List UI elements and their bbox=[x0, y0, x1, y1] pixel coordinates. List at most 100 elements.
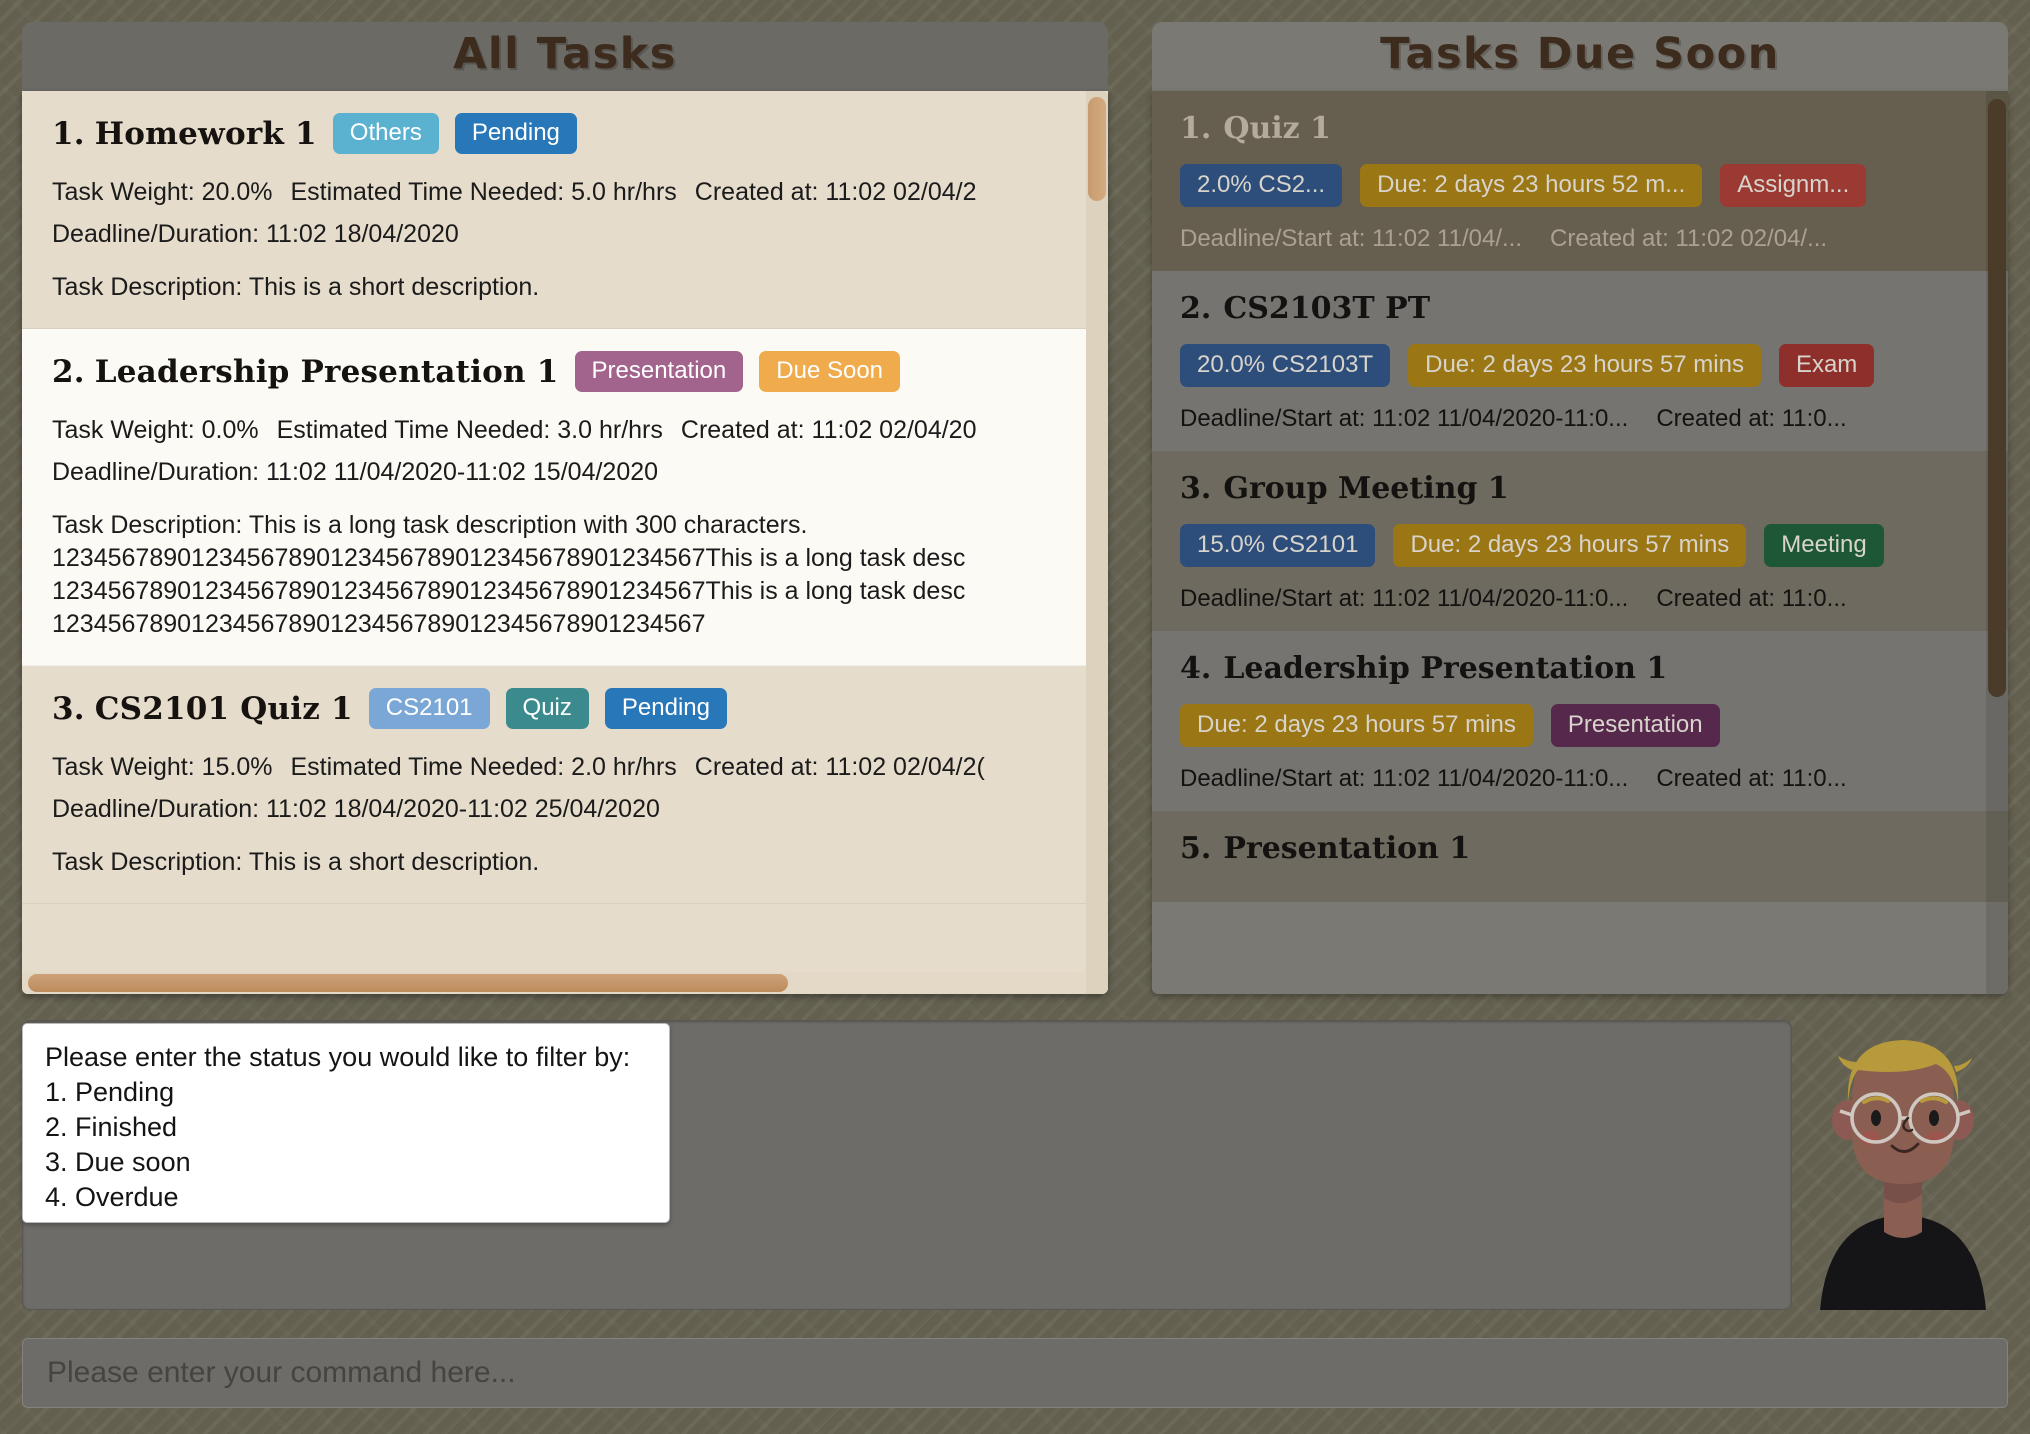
tasks-due-soon-title: Tasks Due Soon bbox=[1380, 29, 1780, 79]
task-card[interactable]: 3. CS2101 Quiz 1 CS2101 Quiz Pending Task Wei… bbox=[22, 666, 1108, 905]
due-soon-chip: Due: 2 days 23 hours 57 mins bbox=[1408, 344, 1761, 388]
task-chip: Pending bbox=[604, 688, 727, 730]
task-created-at: Created at: 11:02 02/04/2 bbox=[694, 178, 977, 207]
avatar-illustration bbox=[1820, 1040, 1986, 1310]
due-soon-task-index: 5. bbox=[1180, 831, 1212, 867]
due-soon-chip-row: 2.0% CS2... Due: 2 days 23 hours 52 m... A… bbox=[1180, 164, 1980, 208]
task-deadline: Deadline/Duration: 11:02 18/04/2020-11:0… bbox=[52, 795, 660, 824]
task-meta-line: Task Weight: 0.0% Estimated Time Needed: … bbox=[52, 416, 1078, 445]
tasks-due-soon-vertical-scrollbar[interactable] bbox=[1986, 91, 2008, 994]
task-meta-line: Task Weight: 15.0% Estimated Time Needed:… bbox=[52, 753, 1078, 782]
due-soon-task-index: 1. bbox=[1180, 111, 1212, 147]
task-index: 1. bbox=[52, 115, 85, 152]
filter-dialog-prompt: Please enter the status you would like t… bbox=[45, 1042, 631, 1072]
command-input-placeholder: Please enter your command here... bbox=[47, 1356, 516, 1389]
due-soon-chip: Due: 2 days 23 hours 57 mins bbox=[1393, 524, 1747, 568]
task-title: 2. Leadership Presentation 1 bbox=[52, 353, 559, 390]
all-tasks-horizontal-scrollbar[interactable] bbox=[22, 972, 1086, 994]
task-chip: CS2101 bbox=[368, 688, 490, 730]
all-tasks-panel: All Tasks 1. Homework 1 Others Pending Task … bbox=[0, 0, 1130, 1008]
tasks-due-soon-cards-container: 1. Quiz 1 2.0% CS2... Due: 2 days 23 hours … bbox=[1152, 91, 2008, 903]
due-soon-chip: Assignm... bbox=[1720, 164, 1867, 208]
tasks-due-soon-vertical-scrollbar-thumb[interactable] bbox=[1988, 99, 2006, 698]
all-tasks-vertical-scrollbar-thumb[interactable] bbox=[1088, 97, 1106, 202]
due-soon-task-title: 3. Group Meeting 1 bbox=[1180, 471, 1509, 507]
due-soon-task-title: 4. Leadership Presentation 1 bbox=[1180, 651, 1668, 687]
tasks-due-soon-panel: Tasks Due Soon 1. Quiz 1 2.0% CS2... Due: 2… bbox=[1130, 0, 2030, 1008]
task-card[interactable]: 1. Homework 1 Others Pending Task Weight: 20… bbox=[22, 91, 1108, 330]
task-title: 3. CS2101 Quiz 1 bbox=[52, 690, 353, 727]
filter-status-dialog: Please enter the status you would like t… bbox=[22, 1023, 670, 1223]
due-soon-deadline: Deadline/Start at: 11:02 11/04/2020-11:0… bbox=[1180, 585, 1629, 613]
due-soon-chip: Due: 2 days 23 hours 52 m... bbox=[1360, 164, 1703, 208]
avatar-eye-right bbox=[1929, 1110, 1939, 1126]
task-chip: Presentation bbox=[574, 351, 744, 393]
due-soon-task-title: 5. Presentation 1 bbox=[1180, 831, 1471, 867]
due-soon-chip: Due: 2 days 23 hours 57 mins bbox=[1180, 704, 1533, 748]
task-chip: Quiz bbox=[505, 688, 589, 730]
task-description: Task Description: This is a short descri… bbox=[52, 273, 540, 302]
task-estimated-time: Estimated Time Needed: 3.0 hr/hrs bbox=[276, 416, 663, 445]
task-meta-line: Task Weight: 20.0% Estimated Time Needed:… bbox=[52, 178, 1078, 207]
all-tasks-cards-container: 1. Homework 1 Others Pending Task Weight: 20… bbox=[22, 91, 1108, 905]
due-soon-created-at: Created at: 11:02 02/04/... bbox=[1550, 225, 1828, 253]
filter-dialog-option-2: 2. Finished bbox=[45, 1112, 178, 1143]
avatar-hair-tuft-right bbox=[1954, 1058, 1972, 1072]
task-description: Task Description: This is a long task de… bbox=[52, 511, 966, 639]
due-soon-created-at: Created at: 11:0... bbox=[1656, 765, 1847, 793]
due-soon-card[interactable]: 1. Quiz 1 2.0% CS2... Due: 2 days 23 hours … bbox=[1152, 91, 2008, 272]
due-soon-task-index: 3. bbox=[1180, 471, 1212, 507]
task-index: 2. bbox=[52, 353, 85, 390]
all-tasks-horizontal-scrollbar-thumb[interactable] bbox=[28, 974, 788, 992]
task-chip: Due Soon bbox=[759, 351, 901, 393]
due-soon-chip: Exam bbox=[1778, 344, 1875, 388]
due-soon-meta-line: Deadline/Start at: 11:02 11/04/2020-11:0… bbox=[1180, 405, 1980, 433]
user-avatar bbox=[1808, 1010, 1998, 1310]
all-tasks-vertical-scrollbar[interactable] bbox=[1086, 91, 1108, 994]
task-estimated-time: Estimated Time Needed: 5.0 hr/hrs bbox=[290, 178, 677, 207]
due-soon-chip-row: Due: 2 days 23 hours 57 mins Presentation bbox=[1180, 704, 1980, 748]
top-panels-row: All Tasks 1. Homework 1 Others Pending Task … bbox=[0, 0, 2030, 1008]
due-soon-deadline: Deadline/Start at: 11:02 11/04/2020-11:0… bbox=[1180, 765, 1629, 793]
tasks-due-soon-header: Tasks Due Soon bbox=[1152, 22, 2008, 92]
task-card[interactable]: 2. Leadership Presentation 1 Presentation D… bbox=[22, 329, 1108, 667]
filter-dialog-option-3: 3. Due soon bbox=[45, 1147, 191, 1178]
avatar-eye-left bbox=[1871, 1110, 1881, 1126]
due-soon-chip: 15.0% CS2101 bbox=[1180, 524, 1376, 568]
tasks-due-soon-list[interactable]: 1. Quiz 1 2.0% CS2... Due: 2 days 23 hours … bbox=[1152, 91, 2008, 994]
due-soon-task-title: 2. CS2103T PT bbox=[1180, 291, 1431, 327]
due-soon-chip: Presentation bbox=[1550, 704, 1720, 748]
all-tasks-list[interactable]: 1. Homework 1 Others Pending Task Weight: 20… bbox=[22, 91, 1108, 994]
task-chip: Others bbox=[332, 113, 439, 155]
task-weight: Task Weight: 20.0% bbox=[52, 178, 273, 207]
due-soon-meta-line: Deadline/Start at: 11:02 11/04/2020-11:0… bbox=[1180, 585, 1980, 613]
due-soon-chip-row: 20.0% CS2103T Due: 2 days 23 hours 57 min… bbox=[1180, 344, 1980, 388]
due-soon-task-title: 1. Quiz 1 bbox=[1180, 111, 1332, 147]
task-index: 3. bbox=[52, 690, 85, 727]
due-soon-card[interactable]: 2. CS2103T PT 20.0% CS2103T Due: 2 days 23 … bbox=[1152, 271, 2008, 452]
due-soon-card[interactable]: 3. Group Meeting 1 15.0% CS2101 Due: 2 days… bbox=[1152, 451, 2008, 632]
filter-dialog-option-4: 4. Overdue bbox=[45, 1182, 179, 1213]
command-input[interactable]: Please enter your command here... bbox=[22, 1338, 2008, 1408]
task-created-at: Created at: 11:02 02/04/20 bbox=[680, 416, 977, 445]
due-soon-meta-line: Deadline/Start at: 11:02 11/04/... Create… bbox=[1180, 225, 1980, 253]
due-soon-card[interactable]: 4. Leadership Presentation 1 Due: 2 days 2… bbox=[1152, 631, 2008, 812]
task-deadline: Deadline/Duration: 11:02 18/04/2020 bbox=[52, 220, 459, 249]
due-soon-chip: Meeting bbox=[1764, 524, 1884, 568]
task-deadline: Deadline/Duration: 11:02 11/04/2020-11:0… bbox=[52, 458, 659, 487]
due-soon-deadline: Deadline/Start at: 11:02 11/04/... bbox=[1180, 225, 1522, 253]
due-soon-chip-row: 15.0% CS2101 Due: 2 days 23 hours 57 mins… bbox=[1180, 524, 1980, 568]
due-soon-card[interactable]: 5. Presentation 1 bbox=[1152, 811, 2008, 903]
task-card-header: 3. CS2101 Quiz 1 CS2101 Quiz Pending bbox=[52, 688, 1078, 730]
due-soon-meta-line: Deadline/Start at: 11:02 11/04/2020-11:0… bbox=[1180, 765, 1980, 793]
due-soon-chip: 2.0% CS2... bbox=[1180, 164, 1343, 208]
task-created-at: Created at: 11:02 02/04/2( bbox=[694, 753, 985, 782]
due-soon-deadline: Deadline/Start at: 11:02 11/04/2020-11:0… bbox=[1180, 405, 1629, 433]
task-chip: Pending bbox=[454, 113, 577, 155]
task-weight: Task Weight: 15.0% bbox=[52, 753, 273, 782]
due-soon-chip: 20.0% CS2103T bbox=[1180, 344, 1391, 388]
task-estimated-time: Estimated Time Needed: 2.0 hr/hrs bbox=[290, 753, 677, 782]
due-soon-task-index: 4. bbox=[1180, 651, 1212, 687]
all-tasks-header: All Tasks bbox=[22, 22, 1108, 92]
due-soon-task-index: 2. bbox=[1180, 291, 1212, 327]
